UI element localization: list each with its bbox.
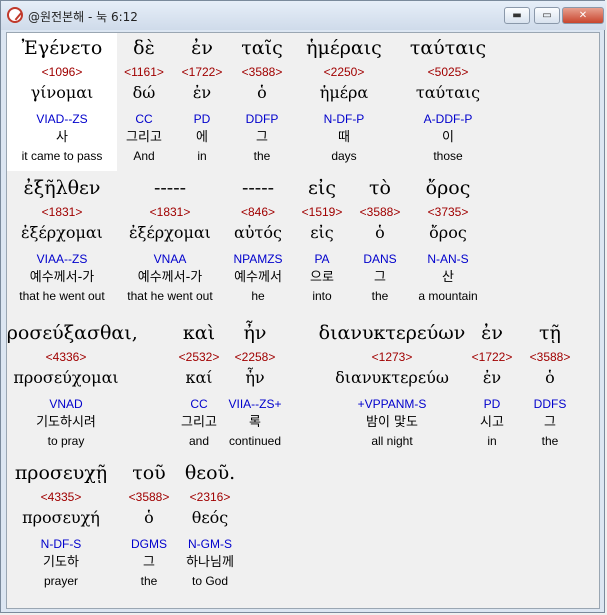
window-title: @원전본해 - 눅 6:12 [28,10,138,24]
korean-gloss: 하나님께 [186,555,234,570]
close-button[interactable]: ✕ [562,7,604,24]
lemma: ὄρος [429,223,467,242]
greek-word[interactable]: ἦν [175,322,335,344]
lemma: ταύταις [415,83,481,102]
interlinear-panel[interactable]: Ἐγένετο <1096> γίνομαι VIAD--ZS 사 it came to … [6,32,600,609]
minimize-button[interactable]: ▬ [504,7,530,24]
english-gloss: to God [191,574,229,588]
english-gloss: continued [228,434,282,448]
title-bar[interactable]: @원전본해 - 눅 6:12 ▬ ▭ ✕ [1,1,606,30]
greek-word[interactable]: θεοῦ. [130,462,290,484]
english-gloss: a mountain [418,289,478,303]
strongs-number: <2316> [189,490,231,504]
parsing-code: DDFS [533,397,567,411]
korean-gloss: 이 [442,130,454,145]
parsing-code: N-AN-S [427,252,469,266]
english-gloss: those [433,149,463,163]
greek-word[interactable]: τῇ [470,322,599,344]
parsing-code: N-GM-S [188,537,232,551]
greek-word[interactable]: ὄρος [368,177,528,199]
parsing-code: A-DDF-P [423,112,473,126]
lemma: ὁ [545,368,555,387]
english-gloss: the [541,434,559,448]
app-window: @원전본해 - 눅 6:12 ▬ ▭ ✕ Ἐγένετο <1096> γίνομα… [0,0,606,613]
lemma: ἦν [245,368,265,387]
app-icon[interactable] [7,7,23,23]
strongs-number: <3588> [529,350,571,364]
korean-gloss: 그 [544,415,556,430]
korean-gloss: 록 [249,415,261,430]
maximize-button[interactable]: ▭ [534,7,560,24]
strongs-number: <3735> [427,205,469,219]
korean-gloss: 산 [442,270,454,285]
greek-word[interactable]: ταύταις [368,37,528,59]
parsing-code: VIIA--ZS+ [228,397,282,411]
strongs-number: <5025> [427,65,469,79]
lemma: θεός [191,508,229,527]
strongs-number: <2258> [234,350,276,364]
